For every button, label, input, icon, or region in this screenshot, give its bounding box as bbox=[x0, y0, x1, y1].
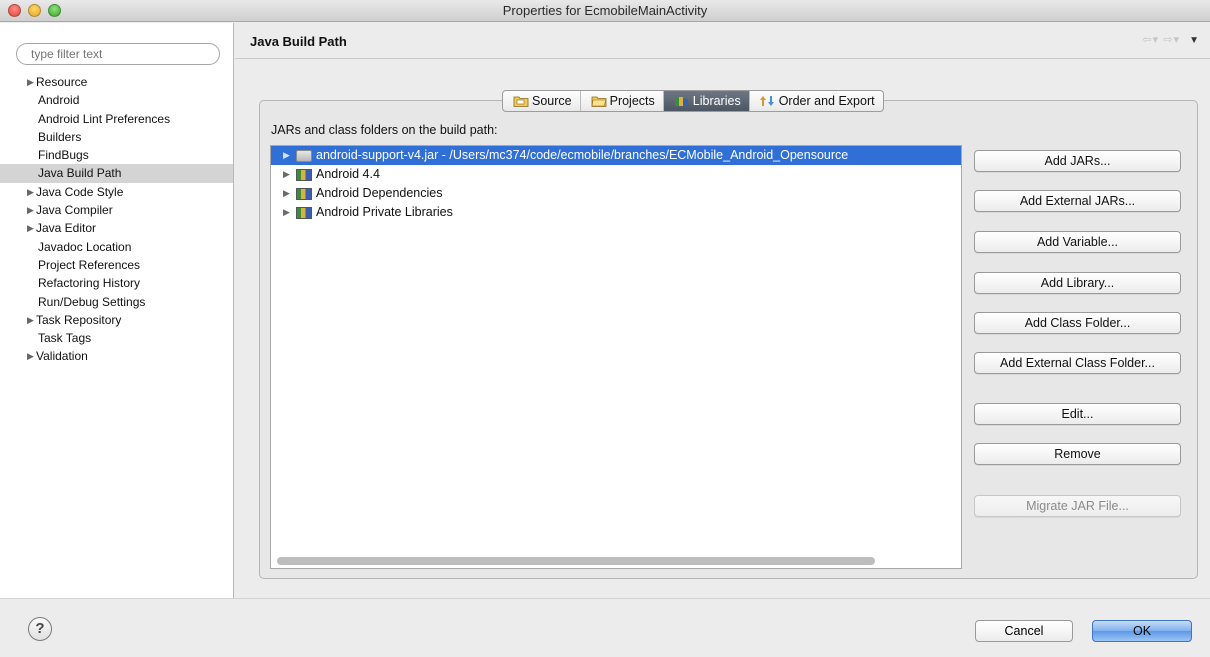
tree-item-java-editor[interactable]: ▶ Java Editor bbox=[0, 219, 233, 237]
property-tree: ▶ Resource Android Android Lint Preferen… bbox=[0, 73, 233, 366]
libraries-tree[interactable]: ▶ android-support-v4.jar - /Users/mc374/… bbox=[270, 145, 962, 569]
library-icon bbox=[296, 207, 312, 219]
library-label: Android 4.4 bbox=[316, 167, 380, 181]
window-title: Properties for EcmobileMainActivity bbox=[502, 3, 708, 18]
tree-item-label: Java Build Path bbox=[38, 166, 122, 181]
jar-icon bbox=[296, 150, 312, 162]
forward-arrow-icon[interactable]: ⇨▾ bbox=[1163, 34, 1180, 46]
expand-arrow-icon[interactable]: ▶ bbox=[27, 183, 34, 201]
tab-label: Source bbox=[532, 94, 572, 108]
libraries-icon bbox=[674, 95, 690, 107]
add-external-class-folder-button[interactable]: Add External Class Folder... bbox=[974, 352, 1181, 374]
expand-arrow-icon[interactable]: ▶ bbox=[283, 165, 290, 184]
title-bar: Properties for EcmobileMainActivity bbox=[0, 0, 1210, 22]
tree-item-android[interactable]: Android bbox=[0, 91, 233, 109]
add-external-jars-button[interactable]: Add External JARs... bbox=[974, 190, 1181, 212]
horizontal-scrollbar[interactable] bbox=[277, 557, 875, 565]
migrate-jar-file-button: Migrate JAR File... bbox=[974, 495, 1181, 517]
tree-item-label: Project References bbox=[38, 257, 141, 272]
tree-item-label: Task Tags bbox=[38, 331, 92, 346]
expand-arrow-icon[interactable]: ▶ bbox=[283, 184, 290, 203]
expand-arrow-icon[interactable]: ▶ bbox=[27, 73, 34, 91]
expand-arrow-icon[interactable]: ▶ bbox=[283, 203, 290, 222]
tree-item-findbugs[interactable]: FindBugs bbox=[0, 146, 233, 164]
tree-item-run-debug-settings[interactable]: Run/Debug Settings bbox=[0, 293, 233, 311]
tree-item-javadoc-location[interactable]: Javadoc Location bbox=[0, 238, 233, 256]
expand-arrow-icon[interactable]: ▶ bbox=[27, 219, 34, 237]
help-icon[interactable]: ? bbox=[28, 617, 52, 641]
tree-item-project-references[interactable]: Project References bbox=[0, 256, 233, 274]
tab-projects[interactable]: Projects bbox=[581, 91, 664, 111]
ok-button[interactable]: OK bbox=[1092, 620, 1192, 642]
tree-item-label: Javadoc Location bbox=[38, 239, 132, 254]
library-label: android-support-v4.jar - /Users/mc374/co… bbox=[316, 148, 849, 162]
tab-order-and-export[interactable]: Order and Export bbox=[750, 91, 883, 111]
tree-item-label: Task Repository bbox=[36, 312, 122, 327]
library-label: Android Private Libraries bbox=[316, 205, 453, 219]
library-row-android-4-4[interactable]: ▶ Android 4.4 bbox=[271, 165, 961, 184]
dialog-footer: ? Cancel OK bbox=[0, 598, 1210, 657]
tree-item-resource[interactable]: ▶ Resource bbox=[0, 73, 233, 91]
expand-arrow-icon[interactable]: ▶ bbox=[283, 146, 290, 165]
tab-label: Projects bbox=[609, 94, 655, 108]
projects-folder-icon bbox=[591, 95, 607, 107]
tree-item-label: Java Editor bbox=[36, 221, 97, 236]
tree-item-task-tags[interactable]: Task Tags bbox=[0, 329, 233, 347]
order-export-icon bbox=[759, 95, 776, 107]
library-label: Android Dependencies bbox=[316, 186, 443, 200]
add-variable-button[interactable]: Add Variable... bbox=[974, 231, 1181, 253]
library-row-android-private-libraries[interactable]: ▶ Android Private Libraries bbox=[271, 203, 961, 222]
tab-label: Order and Export bbox=[778, 94, 875, 108]
library-row-android-dependencies[interactable]: ▶ Android Dependencies bbox=[271, 184, 961, 203]
build-path-label: JARs and class folders on the build path… bbox=[271, 123, 498, 137]
tree-item-label: Builders bbox=[38, 129, 82, 144]
remove-button[interactable]: Remove bbox=[974, 443, 1181, 465]
tab-bar: Source Projects Libraries Order and Expo… bbox=[502, 90, 884, 112]
page-header: Java Build Path ⇦▾ ⇨▾ ▼ bbox=[235, 23, 1210, 59]
library-icon bbox=[296, 169, 312, 181]
library-icon bbox=[296, 188, 312, 200]
tree-item-label: FindBugs bbox=[38, 148, 89, 163]
tree-item-task-repository[interactable]: ▶ Task Repository bbox=[0, 311, 233, 329]
tree-item-java-build-path[interactable]: Java Build Path bbox=[0, 164, 233, 183]
tree-item-validation[interactable]: ▶ Validation bbox=[0, 347, 233, 365]
tree-item-label: Java Code Style bbox=[36, 184, 124, 199]
page-nav: ⇦▾ ⇨▾ ▼ bbox=[1142, 33, 1200, 46]
add-class-folder-button[interactable]: Add Class Folder... bbox=[974, 312, 1181, 334]
tree-item-java-code-style[interactable]: ▶ Java Code Style bbox=[0, 183, 233, 201]
tree-item-label: Validation bbox=[36, 349, 88, 364]
edit-button[interactable]: Edit... bbox=[974, 403, 1181, 425]
tree-item-label: Refactoring History bbox=[38, 276, 141, 291]
expand-arrow-icon[interactable]: ▶ bbox=[27, 347, 34, 365]
source-folder-icon bbox=[513, 95, 529, 107]
tree-item-java-compiler[interactable]: ▶ Java Compiler bbox=[0, 201, 233, 219]
back-arrow-icon[interactable]: ⇦▾ bbox=[1142, 34, 1159, 46]
tab-label: Libraries bbox=[692, 94, 741, 108]
view-menu-icon[interactable]: ▼ bbox=[1189, 35, 1200, 46]
tree-item-label: Android bbox=[38, 93, 80, 108]
expand-arrow-icon[interactable]: ▶ bbox=[27, 311, 34, 329]
library-row-android-support-jar[interactable]: ▶ android-support-v4.jar - /Users/mc374/… bbox=[271, 146, 961, 165]
tree-item-refactoring-history[interactable]: Refactoring History bbox=[0, 274, 233, 292]
add-library-button[interactable]: Add Library... bbox=[974, 272, 1181, 294]
property-page-tree-pane: ▶ Resource Android Android Lint Preferen… bbox=[0, 23, 234, 598]
tree-item-label: Run/Debug Settings bbox=[38, 294, 146, 309]
tab-libraries[interactable]: Libraries bbox=[663, 91, 750, 111]
cancel-button[interactable]: Cancel bbox=[975, 620, 1073, 642]
tab-source[interactable]: Source bbox=[503, 91, 581, 111]
tree-item-android-lint-preferences[interactable]: Android Lint Preferences bbox=[0, 110, 233, 128]
filter-input[interactable] bbox=[16, 43, 220, 65]
expand-arrow-icon[interactable]: ▶ bbox=[27, 201, 34, 219]
tree-item-label: Resource bbox=[36, 75, 88, 89]
tree-item-builders[interactable]: Builders bbox=[0, 128, 233, 146]
add-jars-button[interactable]: Add JARs... bbox=[974, 150, 1181, 172]
tree-item-label: Android Lint Preferences bbox=[38, 111, 171, 126]
tree-item-label: Java Compiler bbox=[36, 203, 113, 218]
page-title: Java Build Path bbox=[250, 34, 347, 49]
